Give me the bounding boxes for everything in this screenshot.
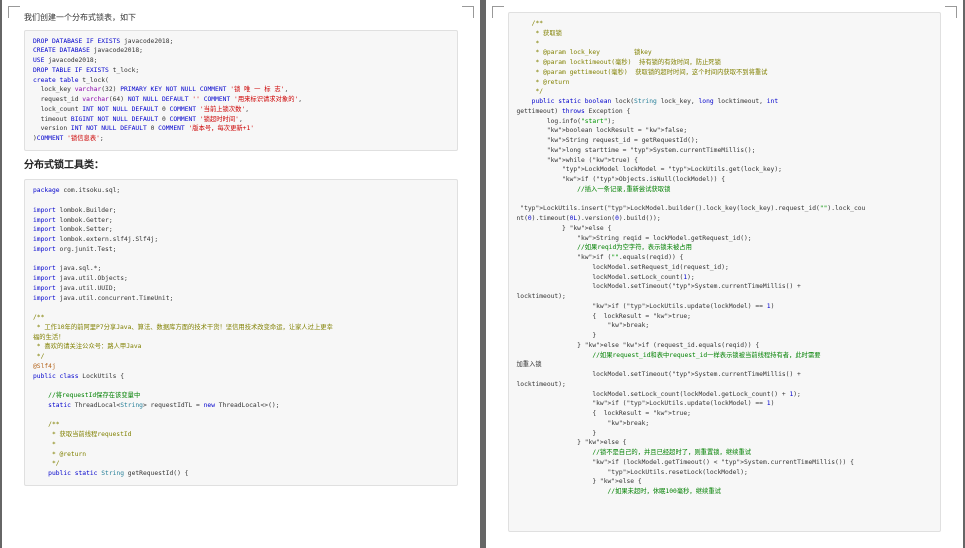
page-left: 我们创建一个分布式锁表，如下 DROP DATABASE IF EXISTS j… xyxy=(2,0,480,548)
page-right: /** * 获取锁 * * @param lock_key 锁key * @pa… xyxy=(486,0,964,548)
crop-mark xyxy=(945,6,957,18)
crop-mark xyxy=(8,6,20,18)
section-heading: 分布式锁工具类： xyxy=(24,159,458,174)
crop-mark xyxy=(462,6,474,18)
sql-code-block: DROP DATABASE IF EXISTS javacode2018; CR… xyxy=(24,30,458,151)
java-code-left: package com.itsoku.sql; import lombok.Bu… xyxy=(24,179,458,486)
crop-mark xyxy=(492,6,504,18)
java-code-right: /** * 获取锁 * * @param lock_key 锁key * @pa… xyxy=(508,12,942,532)
intro-text: 我们创建一个分布式锁表，如下 xyxy=(24,12,458,24)
